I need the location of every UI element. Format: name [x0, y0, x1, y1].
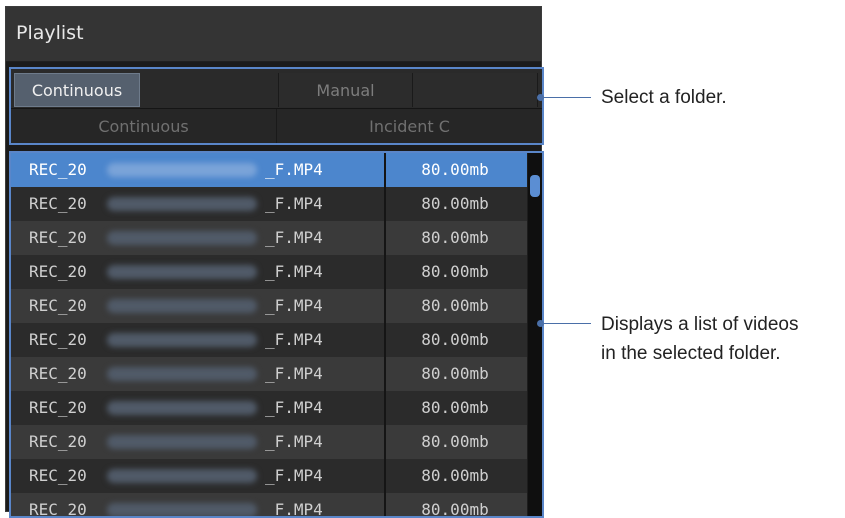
- file-name-suffix: _F.MP4: [265, 364, 323, 383]
- file-size: 80.00mb: [421, 466, 489, 485]
- callout-line-list: [543, 323, 591, 324]
- file-size: 80.00mb: [421, 228, 489, 247]
- file-size: 80.00mb: [421, 296, 489, 315]
- file-name-suffix: _F.MP4: [265, 330, 323, 349]
- table-row[interactable]: REC_20 _F.MP4 80.00mb: [11, 187, 527, 221]
- table-row[interactable]: REC_20 _F.MP4 80.00mb: [11, 221, 527, 255]
- column-divider: [384, 391, 386, 425]
- title-bar: Playlist: [6, 7, 541, 62]
- blurred-filename: [107, 367, 257, 381]
- callout-line-folder: [543, 97, 591, 98]
- callout-list-text-1: Displays a list of videos: [601, 314, 799, 335]
- file-name-prefix: REC_20: [29, 330, 87, 349]
- subtab-continuous[interactable]: Continuous: [11, 109, 277, 143]
- blurred-filename: [107, 435, 257, 449]
- file-name-suffix: _F.MP4: [265, 160, 323, 179]
- tab-manual[interactable]: Manual: [278, 73, 413, 107]
- callout-folder-text: Select a folder.: [601, 87, 727, 108]
- column-divider: [384, 357, 386, 391]
- folder-selector: Continuous Manual Continuous Incident C: [9, 67, 544, 145]
- file-name-prefix: REC_20: [29, 364, 87, 383]
- video-list: REC_20 _F.MP4 80.00mb REC_20 _F.MP4 80.00mb RE…: [9, 151, 544, 518]
- blurred-filename: [107, 469, 257, 483]
- file-size: 80.00mb: [421, 160, 489, 179]
- file-name-suffix: _F.MP4: [265, 296, 323, 315]
- column-divider: [384, 153, 386, 187]
- file-name-suffix: _F.MP4: [265, 194, 323, 213]
- blurred-filename: [107, 401, 257, 415]
- list-scrollbar[interactable]: [528, 153, 542, 516]
- folder-subtabs: Continuous Incident C: [11, 109, 542, 143]
- file-name-prefix: REC_20: [29, 296, 87, 315]
- file-name-prefix: REC_20: [29, 398, 87, 417]
- file-name-suffix: _F.MP4: [265, 262, 323, 281]
- file-name-suffix: _F.MP4: [265, 466, 323, 485]
- blurred-filename: [107, 197, 257, 211]
- file-name-prefix: REC_20: [29, 228, 87, 247]
- subtab-incident[interactable]: Incident C: [277, 109, 542, 143]
- blurred-filename: [107, 163, 257, 177]
- column-divider: [384, 221, 386, 255]
- blurred-filename: [107, 333, 257, 347]
- table-row[interactable]: REC_20 _F.MP4 80.00mb: [11, 493, 527, 518]
- blurred-filename: [107, 299, 257, 313]
- column-divider: [384, 289, 386, 323]
- window-title: Playlist: [16, 22, 84, 44]
- file-name-suffix: _F.MP4: [265, 500, 323, 518]
- callout-list-text-2: in the selected folder.: [601, 343, 781, 364]
- table-row[interactable]: REC_20 _F.MP4 80.00mb: [11, 153, 527, 187]
- file-size: 80.00mb: [421, 330, 489, 349]
- blurred-filename: [107, 265, 257, 279]
- column-divider: [384, 323, 386, 357]
- table-row[interactable]: REC_20 _F.MP4 80.00mb: [11, 425, 527, 459]
- table-row[interactable]: REC_20 _F.MP4 80.00mb: [11, 323, 527, 357]
- file-name-prefix: REC_20: [29, 432, 87, 451]
- file-name-prefix: REC_20: [29, 262, 87, 281]
- scrollbar-thumb[interactable]: [530, 175, 540, 197]
- folder-tabs: Continuous Manual: [11, 69, 542, 109]
- table-row[interactable]: REC_20 _F.MP4 80.00mb: [11, 459, 527, 493]
- tab-continuous[interactable]: Continuous: [14, 73, 140, 107]
- file-name-suffix: _F.MP4: [265, 228, 323, 247]
- file-name-prefix: REC_20: [29, 466, 87, 485]
- file-name-suffix: _F.MP4: [265, 398, 323, 417]
- column-divider: [384, 255, 386, 289]
- file-size: 80.00mb: [421, 262, 489, 281]
- file-size: 80.00mb: [421, 364, 489, 383]
- playlist-screen: Playlist Continuous Manual Continuous In…: [5, 6, 544, 518]
- column-divider: [384, 425, 386, 459]
- file-name-suffix: _F.MP4: [265, 432, 323, 451]
- file-size: 80.00mb: [421, 432, 489, 451]
- table-row[interactable]: REC_20 _F.MP4 80.00mb: [11, 357, 527, 391]
- file-size: 80.00mb: [421, 500, 489, 518]
- file-name-prefix: REC_20: [29, 500, 87, 518]
- tab-empty[interactable]: [413, 73, 538, 107]
- table-row[interactable]: REC_20 _F.MP4 80.00mb: [11, 391, 527, 425]
- column-divider: [384, 493, 386, 516]
- file-name-prefix: REC_20: [29, 194, 87, 213]
- file-name-prefix: REC_20: [29, 160, 87, 179]
- blurred-filename: [107, 231, 257, 245]
- table-row[interactable]: REC_20 _F.MP4 80.00mb: [11, 255, 527, 289]
- file-size: 80.00mb: [421, 398, 489, 417]
- column-divider: [384, 187, 386, 221]
- column-divider: [384, 459, 386, 493]
- table-row[interactable]: REC_20 _F.MP4 80.00mb: [11, 289, 527, 323]
- file-size: 80.00mb: [421, 194, 489, 213]
